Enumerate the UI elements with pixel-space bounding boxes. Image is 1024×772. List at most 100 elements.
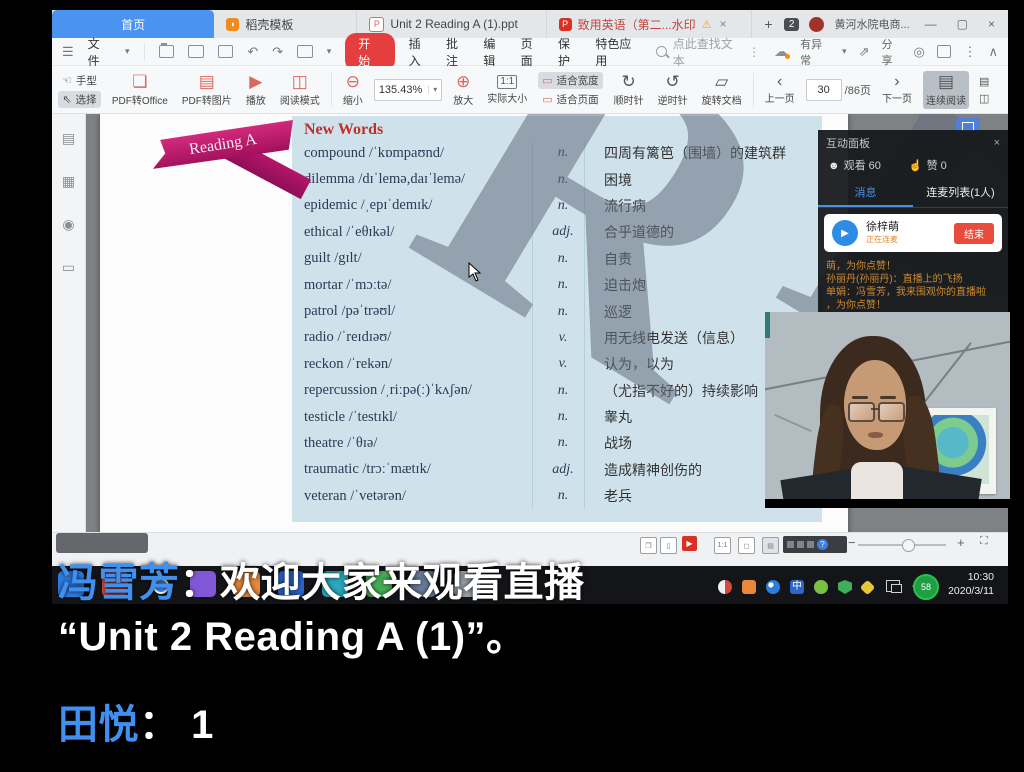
actual-size-button[interactable]: 1:1实际大小 xyxy=(484,73,530,107)
rotate-doc-button[interactable]: ▱旋转文档 xyxy=(699,71,745,109)
panel-close-icon[interactable]: × xyxy=(994,137,1000,149)
tray-icon-shield[interactable] xyxy=(838,580,852,594)
menu-start-tab[interactable]: 开始 xyxy=(345,33,394,71)
taskbar-app-icon[interactable] xyxy=(410,571,436,597)
media-play-icon[interactable]: ▶ xyxy=(682,536,697,551)
hand-tool-button[interactable]: ☜手型 xyxy=(58,72,101,89)
tray-icon-swirl[interactable] xyxy=(718,580,732,594)
close-button[interactable]: × xyxy=(983,17,1000,31)
rotate-ccw-button[interactable]: ↺逆时针 xyxy=(655,71,691,109)
redo-icon[interactable]: ↷ xyxy=(272,44,283,60)
zoom-slider-plus-icon[interactable]: + xyxy=(957,535,965,550)
page-copy-icon[interactable]: ❐ xyxy=(640,537,657,554)
fullscreen-icon[interactable]: ⛶ xyxy=(980,535,988,548)
menu-insert-tab[interactable]: 插入 xyxy=(409,35,432,69)
share-icon[interactable]: ⇗ xyxy=(859,44,870,60)
word-icon[interactable] xyxy=(278,571,304,597)
stamp-panel-icon[interactable]: ◉ xyxy=(62,216,74,233)
zoom-out-button[interactable]: ⊖缩小 xyxy=(340,71,366,109)
menu-comment-tab[interactable]: 批注 xyxy=(446,35,469,69)
prev-page-button[interactable]: ‹上一页 xyxy=(762,73,798,107)
open-icon[interactable] xyxy=(159,45,175,58)
end-mic-button[interactable]: 结束 xyxy=(954,223,994,244)
cloud-status-label[interactable]: 有异常 xyxy=(800,36,830,68)
tray-icon-diamond[interactable] xyxy=(860,580,876,596)
menu-protect-tab[interactable]: 保护 xyxy=(558,35,581,69)
fit-width-status-icon[interactable]: ▤ xyxy=(762,537,779,554)
word-and-phonetic: traumatic /trɔːˈmætɪk/ xyxy=(304,461,532,478)
clipboard-icon[interactable] xyxy=(297,45,313,58)
search-input[interactable]: 点此查找文本 ⋮ xyxy=(656,35,760,69)
taskbar-app-icon[interactable] xyxy=(454,571,480,597)
page-layout-icon[interactable]: ▯ xyxy=(660,537,677,554)
pdf-to-image-button[interactable]: ▤PDF转图片 xyxy=(179,71,235,109)
hamburger-icon[interactable]: ☰ xyxy=(62,44,74,60)
tray-icon-green[interactable] xyxy=(814,580,828,594)
message-icon[interactable] xyxy=(937,45,952,58)
more-tools-chevron-icon[interactable]: ▾ xyxy=(327,46,332,57)
taskbar-app-icon[interactable] xyxy=(366,571,392,597)
maximize-button[interactable]: ▢ xyxy=(952,17,973,31)
tray-icon-blue[interactable] xyxy=(766,580,780,594)
double-page-button[interactable]: ◫ xyxy=(975,91,993,106)
taskbar-app-icon[interactable] xyxy=(190,571,216,597)
tab-home[interactable]: 首页 xyxy=(52,10,214,38)
board-view-button[interactable]: ▤ xyxy=(975,74,993,89)
fit-screen-status-icon[interactable]: ◻ xyxy=(738,537,755,554)
read-mode-button[interactable]: ◫阅读模式 xyxy=(277,71,323,109)
more-icon[interactable]: ⋮ xyxy=(963,44,976,60)
mic-user-info: 徐梓萌 正在连麦 xyxy=(866,221,899,245)
account-name[interactable]: 黄河水院电商... xyxy=(834,16,909,32)
undo-icon[interactable]: ↶ xyxy=(247,44,258,60)
fit-width-button[interactable]: ▭适合宽度 xyxy=(538,72,602,89)
fit-page-button[interactable]: ▭适合页面 xyxy=(538,91,602,108)
print-icon[interactable] xyxy=(218,45,234,58)
menu-file[interactable]: 文件 xyxy=(88,35,111,69)
tab-mic-list[interactable]: 连麦列表(1人) xyxy=(913,180,1008,207)
taskbar-clock[interactable]: 10:30 2020/3/11 xyxy=(948,570,994,598)
collapse-ribbon-icon[interactable]: ∧ xyxy=(988,44,998,60)
help-icon[interactable]: ? xyxy=(817,539,828,550)
taskbar-app-icon[interactable] xyxy=(234,571,260,597)
start-button[interactable] xyxy=(58,571,84,597)
select-tool-button[interactable]: ⇖选择 xyxy=(58,91,100,108)
minimize-button[interactable]: — xyxy=(920,17,942,31)
battery-indicator[interactable]: 58 xyxy=(913,574,939,600)
menu-edit-tab[interactable]: 编辑 xyxy=(483,35,506,69)
tray-network-icon[interactable] xyxy=(886,580,900,592)
tab-messages[interactable]: 消息 xyxy=(818,180,913,207)
zoom-level-select[interactable]: 135.43% ▾ xyxy=(374,79,442,101)
account-avatar[interactable] xyxy=(809,17,824,32)
new-tab-plus: + xyxy=(764,16,772,32)
tray-icon-home[interactable] xyxy=(742,580,756,594)
comment-panel-icon[interactable]: ▭ xyxy=(62,259,75,276)
rotate-doc-icon: ▱ xyxy=(715,73,728,91)
word-meaning: 迫击炮 xyxy=(594,275,818,295)
actual-size-status-icon[interactable]: 1:1 xyxy=(714,537,731,554)
tab-docer[interactable]: ◗ 稻壳模板 xyxy=(214,10,357,38)
select-label: 选择 xyxy=(76,92,97,107)
tab-close-icon[interactable]: × xyxy=(719,17,726,31)
zoom-slider-minus-icon[interactable]: − xyxy=(848,535,856,550)
feedback-icon[interactable]: ◎ xyxy=(913,44,924,60)
thumbnail-panel-icon[interactable]: ▦ xyxy=(62,173,75,190)
next-page-button[interactable]: ›下一页 xyxy=(879,73,915,107)
outline-panel-icon[interactable]: ▤ xyxy=(62,130,75,147)
taskbar-app-icon[interactable] xyxy=(102,571,128,597)
search-more-icon: ⋮ xyxy=(748,45,760,59)
page-number-input[interactable]: 30 xyxy=(806,79,842,101)
taskbar-app-icon[interactable] xyxy=(322,571,348,597)
zoom-in-button[interactable]: ⊕放大 xyxy=(450,71,476,109)
cloud-sync-icon[interactable]: ☁ xyxy=(774,43,788,60)
save-icon[interactable] xyxy=(188,45,204,58)
prev-page-icon: ‹ xyxy=(777,75,782,89)
play-button[interactable]: ▶播放 xyxy=(243,71,269,109)
menu-features-tab[interactable]: 特色应用 xyxy=(595,35,642,69)
share-label[interactable]: 分享 xyxy=(881,36,901,68)
zoom-slider-knob[interactable] xyxy=(902,539,915,552)
pdf-to-office-button[interactable]: ❏PDF转Office xyxy=(109,71,171,109)
tray-icon-zhong[interactable]: 中 xyxy=(790,580,804,594)
rotate-cw-button[interactable]: ↻顺时针 xyxy=(611,71,647,109)
menu-page-tab[interactable]: 页面 xyxy=(521,35,544,69)
continuous-read-button[interactable]: ▤连续阅读 xyxy=(923,71,969,109)
